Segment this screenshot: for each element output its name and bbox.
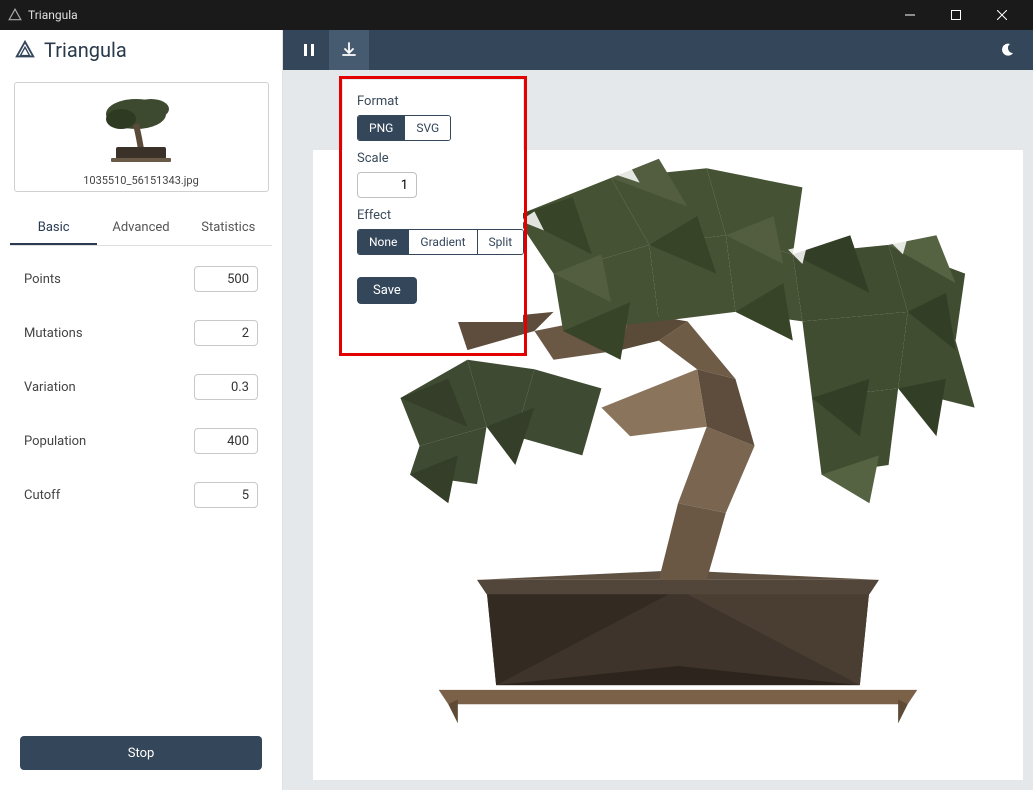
theme-toggle-button[interactable]: [987, 30, 1027, 70]
canvas-area: Format PNG SVG Scale Effect None Gradien…: [283, 70, 1033, 790]
tab-advanced[interactable]: Advanced: [97, 212, 184, 245]
export-panel: Format PNG SVG Scale Effect None Gradien…: [343, 80, 523, 322]
source-thumbnail[interactable]: 1035510_56151343.jpg: [14, 82, 269, 192]
format-group: PNG SVG: [357, 115, 451, 141]
effect-none-button[interactable]: None: [358, 230, 409, 254]
cutoff-label: Cutoff: [24, 488, 60, 503]
cutoff-input[interactable]: [194, 482, 258, 508]
stop-button[interactable]: Stop: [20, 736, 262, 770]
effect-gradient-button[interactable]: Gradient: [409, 230, 477, 254]
param-variation: Variation: [24, 374, 258, 400]
app-logo-icon: [14, 39, 36, 61]
maximize-button[interactable]: [933, 0, 979, 30]
points-input[interactable]: [194, 266, 258, 292]
save-button[interactable]: Save: [357, 277, 417, 304]
app-icon-small: [8, 8, 22, 22]
population-input[interactable]: [194, 428, 258, 454]
main-area: Format PNG SVG Scale Effect None Gradien…: [283, 30, 1033, 790]
toolbar: [283, 30, 1033, 70]
variation-input[interactable]: [194, 374, 258, 400]
mutations-input[interactable]: [194, 320, 258, 346]
variation-label: Variation: [24, 380, 76, 395]
mutations-label: Mutations: [24, 326, 83, 341]
tab-statistics[interactable]: Statistics: [185, 212, 272, 245]
param-points: Points: [24, 266, 258, 292]
points-label: Points: [24, 272, 61, 287]
effect-group: None Gradient Split: [357, 229, 524, 255]
effect-split-button[interactable]: Split: [478, 230, 524, 254]
effect-label: Effect: [357, 208, 509, 223]
format-svg-button[interactable]: SVG: [405, 116, 450, 140]
moon-icon: [999, 42, 1015, 58]
scale-label: Scale: [357, 151, 509, 166]
close-button[interactable]: [979, 0, 1025, 30]
pause-button[interactable]: [289, 30, 329, 70]
population-label: Population: [24, 434, 86, 449]
window-titlebar: Triangula: [0, 0, 1033, 30]
sidebar: Triangula 1035510_56151343.jpg: [0, 30, 283, 790]
param-mutations: Mutations: [24, 320, 258, 346]
window-controls: [887, 0, 1025, 30]
scale-input[interactable]: [357, 172, 417, 198]
param-cutoff: Cutoff: [24, 482, 258, 508]
param-population: Population: [24, 428, 258, 454]
source-filename: 1035510_56151343.jpg: [15, 170, 268, 191]
window-title: Triangula: [28, 8, 887, 22]
format-label: Format: [357, 94, 509, 109]
download-button[interactable]: [329, 30, 369, 70]
app-header: Triangula: [0, 30, 282, 70]
app-title: Triangula: [44, 38, 127, 62]
minimize-button[interactable]: [887, 0, 933, 30]
download-icon: [341, 42, 357, 58]
thumbnail-icon: [91, 89, 191, 169]
pause-icon: [302, 43, 316, 57]
tabs: Basic Advanced Statistics: [10, 212, 272, 246]
format-png-button[interactable]: PNG: [358, 116, 405, 140]
source-thumbnail-area: 1035510_56151343.jpg: [0, 70, 282, 200]
basic-params: Points Mutations Variation Population Cu…: [0, 246, 282, 736]
tab-basic[interactable]: Basic: [10, 212, 97, 245]
